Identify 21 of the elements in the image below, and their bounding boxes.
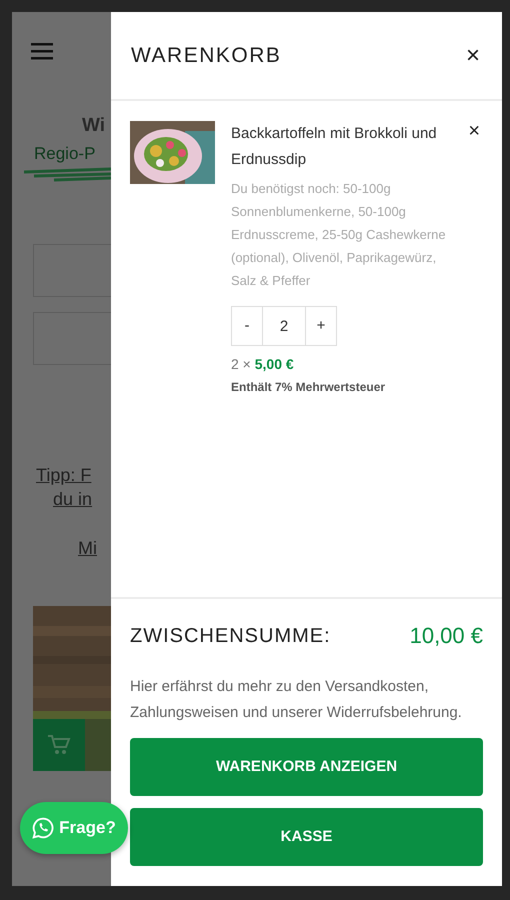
item-price: 2 × 5,00 € (231, 355, 295, 374)
quantity-field[interactable]: 2 (263, 306, 305, 346)
product-description: Du benötigst noch: 50-100g Sonnenblumenkerne, 50-100g Erdnusscreme, 25-50g Cashewkerne (optional), Olivenöl, Paprikagewürz, Salz & Pfeffer (231, 180, 447, 290)
page-subheading: Regio-P (34, 142, 96, 164)
cart-icon (47, 734, 71, 756)
subtotal-label: ZWISCHENSUMME: (130, 624, 331, 648)
subtotal-amount: 10,00 € (410, 622, 483, 650)
product-name[interactable]: Backkartoffeln mit Brokkoli und Erdnussdip (231, 121, 450, 173)
remove-button[interactable]: × (466, 121, 482, 141)
page-heading: Wi (82, 114, 106, 138)
cart-action-button[interactable]: WARENKORB ANZEIGEN (130, 738, 483, 796)
tax-note: Enthält 7% Mehrwertsteuer (231, 379, 386, 396)
chat-icon (32, 817, 54, 839)
menu-icon[interactable] (31, 43, 53, 60)
cart-title: WARENKORB (131, 42, 282, 69)
info-text: Hier erfährst du mehr zu den Versandkosten, Zahlungsweisen und unserer Widerrufsbelehrung. (130, 677, 463, 723)
cart-button[interactable] (33, 719, 85, 771)
cart-action-button[interactable]: KASSE (130, 808, 483, 866)
increase-button[interactable]: + (305, 306, 337, 346)
decrease-button[interactable]: - (231, 306, 263, 346)
close-button[interactable]: × (464, 44, 482, 68)
